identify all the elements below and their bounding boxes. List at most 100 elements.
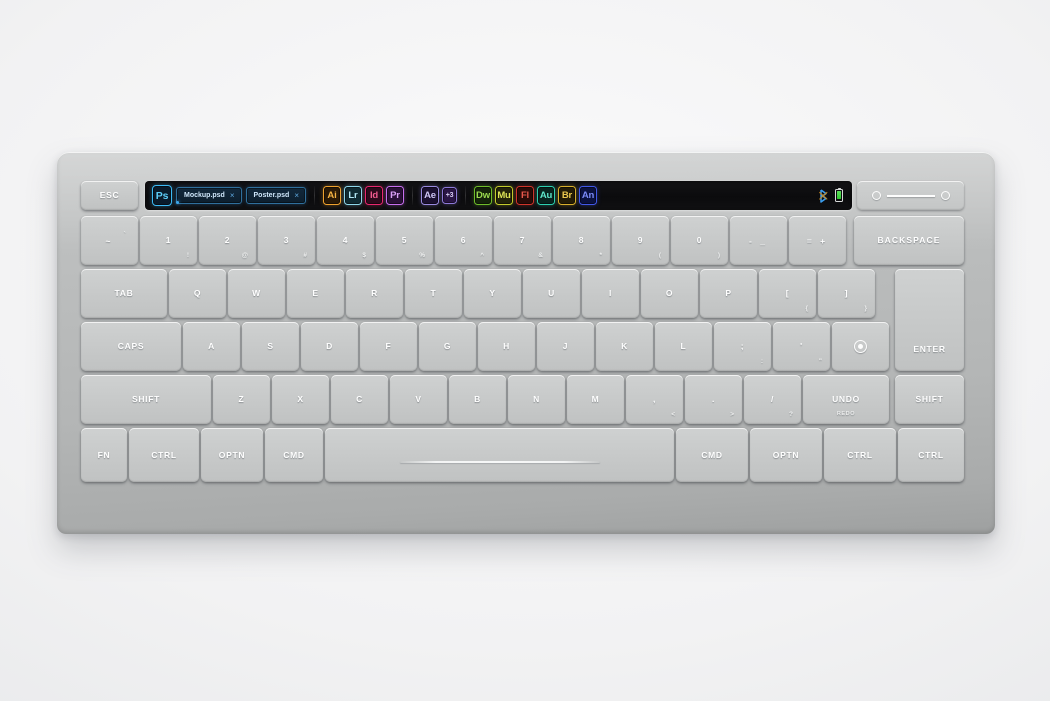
app-icon-photoshop[interactable]: Ps [152, 185, 172, 206]
key-h[interactable]: H [478, 322, 535, 371]
key-comma[interactable]: , < [626, 375, 683, 424]
key-6[interactable]: 6 ^ [435, 216, 492, 265]
key-0[interactable]: 0 ) [671, 216, 728, 265]
key-j[interactable]: J [537, 322, 594, 371]
app-icon-illustrator[interactable]: Ai [322, 186, 341, 205]
brightness-low-icon[interactable] [871, 191, 881, 200]
key-cmd-right[interactable]: CMD [676, 428, 748, 482]
app-icon-dreamweaver-label: Dw [476, 190, 490, 201]
key-7[interactable]: 7 & [494, 216, 551, 265]
key-equals[interactable]: = + [789, 216, 846, 265]
key-space[interactable] [325, 428, 674, 482]
key-4[interactable]: 4 $ [317, 216, 374, 265]
app-icon-bridge-label: Br [561, 190, 573, 201]
key-w[interactable]: W [228, 269, 285, 318]
app-icon-premiere[interactable]: Pr [385, 186, 404, 205]
key-y[interactable]: Y [464, 269, 521, 318]
key-1[interactable]: 1 ! [140, 216, 197, 265]
key-9[interactable]: 9 ( [612, 216, 669, 265]
key-f-label: F [385, 341, 392, 352]
key-m[interactable]: M [567, 375, 624, 424]
file-tab-mockup[interactable]: Mockup.psd × [176, 187, 242, 204]
app-icon-bridge[interactable]: Br [557, 186, 576, 205]
key-3[interactable]: 3 # [258, 216, 315, 265]
key-a[interactable]: A [183, 322, 240, 371]
app-icon-dreamweaver[interactable]: Dw [473, 186, 492, 205]
key-caps[interactable]: CAPS [81, 322, 181, 371]
key-t-label: T [430, 288, 437, 299]
key-enter-label: ENTER [913, 343, 946, 354]
app-icon-animate[interactable]: An [578, 186, 597, 205]
key-tab[interactable]: TAB [81, 269, 167, 318]
key-backspace[interactable]: BACKSPACE [854, 216, 964, 265]
key-k[interactable]: K [596, 322, 653, 371]
key-shift-left[interactable]: SHIFT [81, 375, 211, 424]
close-icon[interactable]: × [294, 191, 299, 200]
key-bracket-right[interactable]: ] } [818, 269, 875, 318]
key-e[interactable]: E [287, 269, 344, 318]
key-tilde[interactable]: ~ ` [81, 216, 138, 265]
app-icon-aftereffects[interactable]: Ae [420, 186, 439, 205]
key-period-label: . [711, 394, 716, 405]
close-icon[interactable]: × [230, 191, 235, 200]
key-cmd-left[interactable]: CMD [265, 428, 323, 482]
key-slash[interactable]: / ? [744, 375, 801, 424]
key-d[interactable]: D [301, 322, 358, 371]
key-s[interactable]: S [242, 322, 299, 371]
key-undo[interactable]: UNDO REDO [803, 375, 889, 424]
key-enter[interactable]: ENTER [895, 269, 964, 371]
app-icon-flash[interactable]: Fl [515, 186, 534, 205]
key-l[interactable]: L [655, 322, 712, 371]
key-esc[interactable]: ESC [81, 181, 138, 210]
key-ctrl-right[interactable]: CTRL [824, 428, 896, 482]
app-icon-muse[interactable]: Mu [494, 186, 513, 205]
key-optn-right[interactable]: OPTN [750, 428, 822, 482]
file-tab-poster[interactable]: Poster.psd × [245, 187, 306, 204]
battery-icon[interactable] [835, 187, 843, 202]
key-t[interactable]: T [405, 269, 462, 318]
key-o[interactable]: O [641, 269, 698, 318]
key-e-label: E [312, 288, 319, 299]
key-z[interactable]: Z [213, 375, 270, 424]
key-ctrl-right-label: CTRL [847, 449, 873, 460]
key-8[interactable]: 8 * [553, 216, 610, 265]
touch-bar[interactable]: Ps Mockup.psd × Poster.psd × Ai Lr Id Pr… [145, 181, 852, 210]
brightness-slider[interactable] [857, 181, 964, 210]
key-fn[interactable]: FN [81, 428, 127, 482]
key-semicolon[interactable]: ; : [714, 322, 771, 371]
key-shift-right[interactable]: SHIFT [895, 375, 964, 424]
key-c[interactable]: C [331, 375, 388, 424]
key-ctrl-left[interactable]: CTRL [129, 428, 199, 482]
app-icon-indesign[interactable]: Id [364, 186, 383, 205]
bluetooth-icon[interactable] [819, 188, 828, 203]
key-n[interactable]: N [508, 375, 565, 424]
app-icon-lightroom[interactable]: Lr [343, 186, 362, 205]
key-i[interactable]: I [582, 269, 639, 318]
key-minus[interactable]: - _ [730, 216, 787, 265]
key-x[interactable]: X [272, 375, 329, 424]
key-s-label: S [267, 341, 274, 352]
app-icon-premiere-label: Pr [390, 190, 400, 201]
key-u[interactable]: U [523, 269, 580, 318]
key-g[interactable]: G [419, 322, 476, 371]
key-4-label: 4 [342, 235, 349, 246]
key-optn-left[interactable]: OPTN [201, 428, 263, 482]
brightness-high-icon[interactable] [940, 191, 950, 200]
key-5[interactable]: 5 % [376, 216, 433, 265]
fingerprint-icon [854, 340, 867, 353]
key-period[interactable]: . > [685, 375, 742, 424]
key-touch-id[interactable] [832, 322, 889, 371]
brightness-slider-track[interactable] [886, 194, 935, 197]
key-bracket-left[interactable]: [ { [759, 269, 816, 318]
key-p[interactable]: P [700, 269, 757, 318]
app-icon-audition[interactable]: Au [536, 186, 555, 205]
key-q[interactable]: Q [169, 269, 226, 318]
key-b[interactable]: B [449, 375, 506, 424]
key-v[interactable]: V [390, 375, 447, 424]
app-overflow-badge[interactable]: +3 [441, 187, 457, 204]
key-ctrl-far-right[interactable]: CTRL [898, 428, 964, 482]
key-r[interactable]: R [346, 269, 403, 318]
key-2[interactable]: 2 @ [199, 216, 256, 265]
key-quote[interactable]: ' " [773, 322, 830, 371]
key-f[interactable]: F [360, 322, 417, 371]
